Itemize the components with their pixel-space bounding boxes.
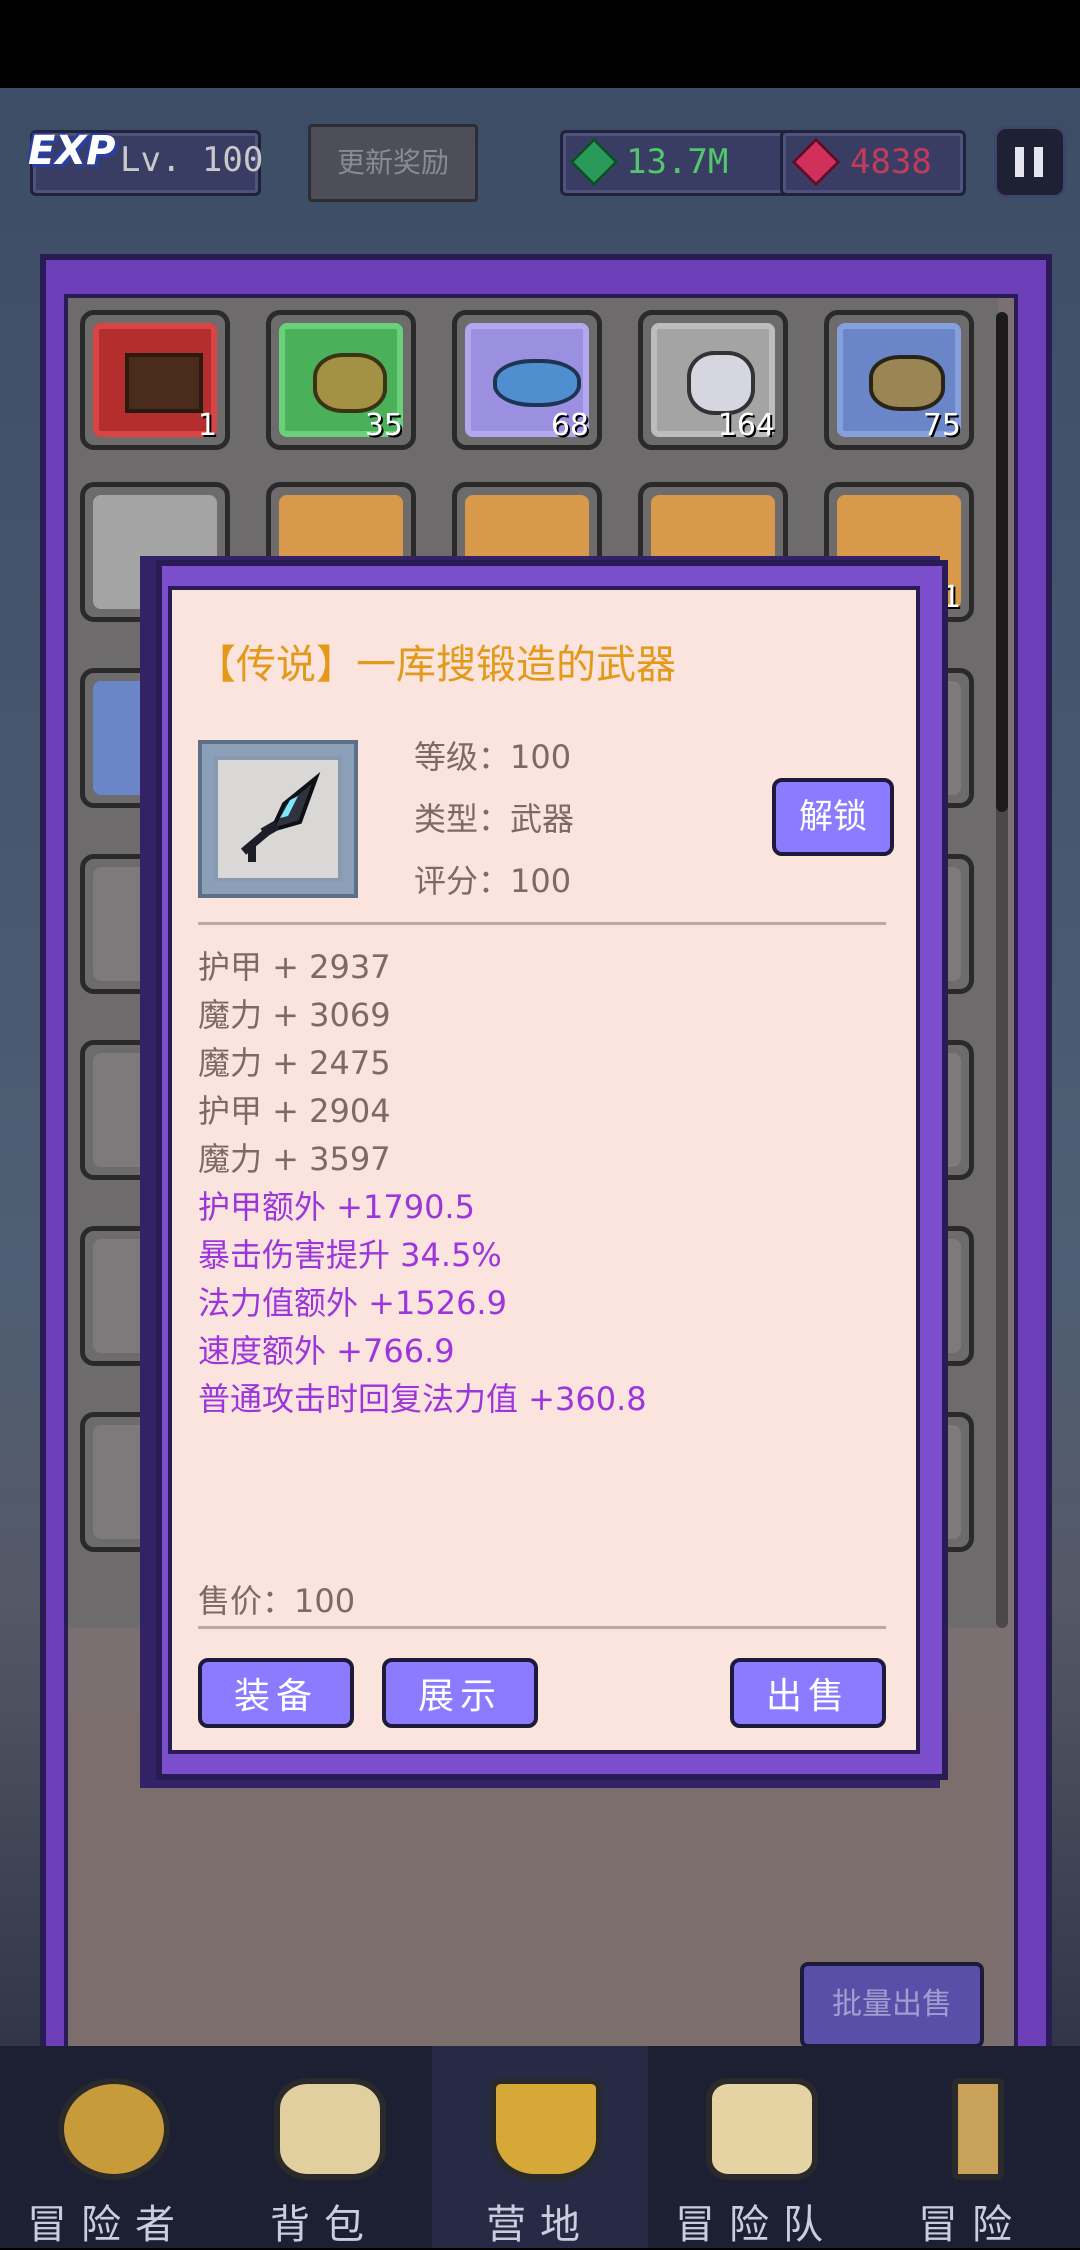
inventory-slot[interactable]: 164 [638, 310, 788, 450]
unlock-button[interactable]: 解锁 [772, 778, 894, 856]
item-count: 1 [197, 408, 217, 443]
item-price: 售价：100 [198, 1582, 356, 1620]
pause-icon-bar [1034, 147, 1043, 177]
weapon-icon [240, 771, 321, 862]
extra-stat: 速度额外 +766.9 [198, 1332, 455, 1370]
base-stat: 魔力 + 3597 [198, 1140, 391, 1178]
item-icon-plate [214, 756, 342, 882]
pause-button[interactable] [994, 126, 1066, 198]
nav-backpack[interactable]: 背包 [216, 2046, 432, 2248]
item-count: 68 [550, 408, 589, 443]
exp-badge-icon: EXP [28, 128, 116, 174]
item-count: 164 [717, 408, 775, 443]
inventory-slot[interactable]: 75 [824, 310, 974, 450]
sword-icon [952, 2078, 1004, 2180]
item-level: 等级：100 [414, 738, 572, 776]
item-score: 评分：100 [414, 862, 572, 900]
camp-banner-icon [490, 2078, 602, 2180]
green-gem-amount: 13.7M [626, 142, 729, 182]
refresh-rewards-button[interactable]: 更新奖励 [308, 124, 478, 202]
divider [198, 1626, 886, 1629]
nav-team[interactable]: 冒险队 [648, 2046, 864, 2248]
nav-camp[interactable]: 营地 [432, 2046, 648, 2248]
nav-label: 背包 [270, 2202, 378, 2248]
status-bar [0, 0, 1080, 88]
show-button[interactable]: 展示 [382, 1658, 538, 1728]
item-count: 35 [364, 408, 403, 443]
helmet-icon [58, 2078, 170, 2180]
divider [198, 922, 886, 925]
base-stat: 魔力 + 3069 [198, 996, 391, 1034]
extra-stat: 法力值额外 +1526.9 [198, 1284, 507, 1322]
chest-icon [125, 353, 203, 413]
backpack-icon [274, 2078, 386, 2180]
bulk-sell-button[interactable]: 批量出售 [800, 1962, 984, 2048]
nav-label: 冒险者 [27, 2202, 189, 2248]
nav-adventurer[interactable]: 冒险者 [0, 2046, 216, 2248]
nav-label: 冒险队 [675, 2202, 837, 2248]
extra-stat: 普通攻击时回复法力值 +360.8 [198, 1380, 647, 1418]
equip-button[interactable]: 装备 [198, 1658, 354, 1728]
item-type: 类型：武器 [414, 800, 575, 838]
nav-label: 营地 [486, 2202, 594, 2248]
inventory-slot[interactable]: 68 [452, 310, 602, 450]
ore-icon [869, 355, 945, 411]
crystal-icon [493, 359, 581, 407]
ore-icon [313, 353, 387, 413]
item-icon-frame [198, 740, 358, 898]
team-chest-icon [706, 2078, 818, 2180]
inventory-slot[interactable]: 1 [80, 310, 230, 450]
player-level: Lv. 100 [120, 140, 264, 180]
red-gem-amount: 4838 [850, 142, 932, 182]
inventory-slot[interactable]: 35 [266, 310, 416, 450]
base-stat: 护甲 + 2904 [198, 1092, 391, 1130]
scrollbar-thumb[interactable] [996, 312, 1008, 812]
nav-label: 冒险 [918, 2202, 1026, 2248]
item-count: 75 [922, 408, 961, 443]
stone-icon [687, 351, 755, 415]
item-title: 【传说】一库搜锻造的武器 [196, 642, 676, 688]
pause-icon [1015, 147, 1024, 177]
extra-stat: 护甲额外 +1790.5 [198, 1188, 475, 1226]
base-stat: 护甲 + 2937 [198, 948, 391, 986]
extra-stat: 暴击伤害提升 34.5% [198, 1236, 502, 1274]
sell-button[interactable]: 出售 [730, 1658, 886, 1728]
nav-adventure[interactable]: 冒险 [864, 2046, 1080, 2248]
base-stat: 魔力 + 2475 [198, 1044, 391, 1082]
